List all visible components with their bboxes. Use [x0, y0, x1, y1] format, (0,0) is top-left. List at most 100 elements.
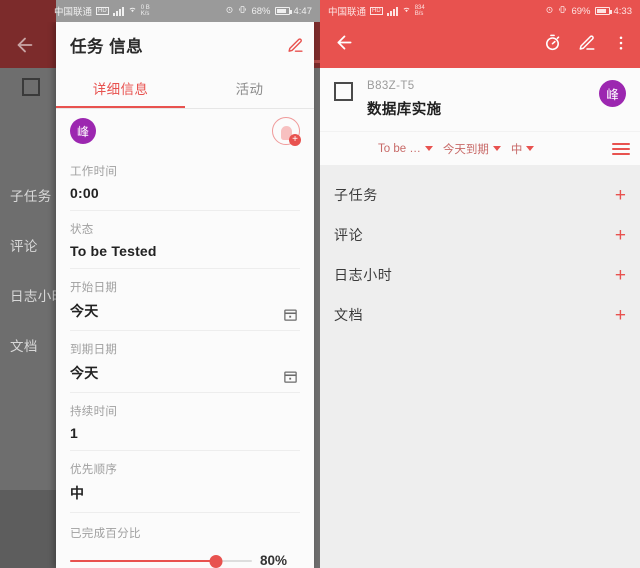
- field-due-date[interactable]: 到期日期 今天: [70, 331, 300, 393]
- chip-priority-label: 中: [510, 143, 523, 156]
- slider-thumb[interactable]: [209, 554, 223, 568]
- wifi-icon: [402, 5, 411, 17]
- left-statusbar: 中国联通 HD 0 B K/s 68% 4:47: [0, 0, 320, 22]
- statusbar-right: 69% 4:33: [545, 5, 632, 17]
- chip-priority[interactable]: 中: [511, 141, 535, 157]
- battery-percent: 68%: [251, 5, 271, 17]
- page-title: 任务 信息: [70, 38, 144, 56]
- add-person-plus: +: [289, 134, 301, 146]
- assignee-row: 峰 +: [56, 109, 314, 153]
- calendar-icon[interactable]: [283, 307, 298, 322]
- chip-status[interactable]: To be …: [378, 143, 433, 155]
- carrier-label: 中国联通: [328, 7, 367, 18]
- add-icon[interactable]: +: [615, 306, 626, 325]
- more-vertical-icon[interactable]: [612, 34, 630, 57]
- task-info-dialog: 任务 信息 详细信息 活动 峰 + 工作时间 0:00 状态 To be Tes…: [56, 22, 314, 568]
- data-rate-indicator: 0 B K/s: [141, 5, 150, 17]
- task-id: B83Z-T5: [367, 80, 415, 92]
- section-documents[interactable]: 文档 +: [320, 295, 640, 335]
- background-task-checkbox[interactable]: [22, 78, 40, 96]
- task-checkbox[interactable]: [334, 82, 353, 101]
- avatar[interactable]: 峰: [599, 80, 626, 107]
- alarm-icon: [545, 5, 554, 17]
- section-comments[interactable]: 评论 +: [320, 215, 640, 255]
- vibrate-icon: [238, 5, 247, 17]
- add-icon[interactable]: +: [615, 186, 626, 205]
- avatar-initial: 峰: [606, 88, 619, 102]
- dialog-tabs: 详细信息 活动: [56, 68, 314, 108]
- tab-activity[interactable]: 活动: [185, 68, 314, 108]
- right-appbar: [320, 22, 640, 68]
- add-icon[interactable]: +: [615, 226, 626, 245]
- field-priority[interactable]: 优先顺序 中: [70, 451, 300, 513]
- battery-icon: [274, 7, 292, 15]
- section-label: 日志小时: [334, 267, 393, 283]
- section-label: 评论: [334, 227, 364, 243]
- battery-icon: [594, 7, 612, 15]
- statusbar-left: 中国联通 HD 0 B K/s: [8, 4, 150, 18]
- field-duration[interactable]: 持续时间 1: [70, 393, 300, 451]
- chevron-down-icon: [492, 146, 501, 151]
- background-list-item[interactable]: 子任务: [10, 185, 60, 205]
- field-label: 持续时间: [70, 406, 118, 418]
- section-subtasks[interactable]: 子任务 +: [320, 175, 640, 215]
- avatar[interactable]: 峰: [70, 118, 96, 144]
- tab-details[interactable]: 详细信息: [56, 68, 185, 108]
- battery-percent: 69%: [571, 5, 591, 17]
- background-list-item[interactable]: 日志小时: [10, 285, 65, 305]
- field-label: 到期日期: [70, 344, 118, 356]
- background-section-list: 子任务 评论 日志小时 文档: [10, 185, 65, 385]
- back-arrow-icon[interactable]: [14, 34, 36, 56]
- section-label: 子任务: [334, 187, 378, 203]
- hd-icon: HD: [370, 7, 383, 15]
- avatar-initial: 峰: [76, 124, 89, 139]
- tab-details-label: 详细信息: [92, 82, 149, 97]
- data-rate-unit: B/s: [414, 11, 424, 17]
- vibrate-icon: [558, 5, 567, 17]
- back-arrow-icon[interactable]: [334, 32, 355, 58]
- field-value: 中: [70, 485, 85, 501]
- field-value: 0:00: [70, 185, 99, 201]
- carrier-label: 中国联通: [54, 7, 93, 18]
- field-value: 1: [70, 425, 78, 441]
- signal-icon: [112, 6, 124, 16]
- clock-label: 4:47: [293, 5, 313, 17]
- chevron-down-icon: [424, 146, 433, 151]
- section-label: 文档: [334, 307, 364, 323]
- add-person-icon[interactable]: +: [272, 117, 301, 146]
- field-value: 今天: [70, 303, 99, 319]
- slider-fill: [70, 559, 216, 562]
- field-percent-complete: 已完成百分比 80%: [70, 513, 300, 568]
- chip-due[interactable]: 今天到期: [443, 141, 501, 157]
- background-list-item[interactable]: 评论: [10, 235, 60, 255]
- percent-slider[interactable]: [70, 554, 252, 568]
- section-log-hours[interactable]: 日志小时 +: [320, 255, 640, 295]
- left-screen: 子任务 评论 日志小时 文档 任务 信息 详细信息 活动 峰 + 工作时间 0:…: [0, 0, 320, 568]
- calendar-icon[interactable]: [283, 369, 298, 384]
- task-title: 数据库实施: [367, 102, 442, 118]
- background-shade: [0, 490, 60, 568]
- field-status[interactable]: 状态 To be Tested: [70, 211, 300, 269]
- background-list-item[interactable]: 文档: [10, 335, 60, 355]
- data-rate-unit: K/s: [140, 11, 150, 17]
- signal-icon: [386, 6, 398, 16]
- percent-value: 80%: [260, 553, 288, 568]
- data-rate-indicator: 834 B/s: [415, 5, 425, 17]
- field-label: 优先顺序: [70, 464, 118, 476]
- clock-label: 4:33: [613, 5, 633, 17]
- field-value: To be Tested: [70, 243, 157, 259]
- screenshot-root: 子任务 评论 日志小时 文档 任务 信息 详细信息 活动 峰 + 工作时间 0:…: [0, 0, 640, 568]
- right-screen: 中国联通 HD 834 B/s 69% 4:33 B83Z-T5 数据库实施 峰…: [320, 0, 640, 568]
- appbar-actions: [543, 33, 630, 57]
- pencil-icon[interactable]: [578, 34, 596, 57]
- task-header-text: B83Z-T5 数据库实施: [367, 80, 585, 119]
- add-icon[interactable]: +: [615, 266, 626, 285]
- chip-status-label: To be …: [378, 142, 421, 155]
- hamburger-icon[interactable]: [612, 142, 630, 155]
- timer-icon[interactable]: [543, 33, 562, 57]
- field-value: 今天: [70, 365, 99, 381]
- tab-activity-label: 活动: [235, 82, 264, 97]
- field-work-time[interactable]: 工作时间 0:00: [70, 153, 300, 211]
- field-start-date[interactable]: 开始日期 今天: [70, 269, 300, 331]
- pencil-icon[interactable]: [287, 37, 304, 54]
